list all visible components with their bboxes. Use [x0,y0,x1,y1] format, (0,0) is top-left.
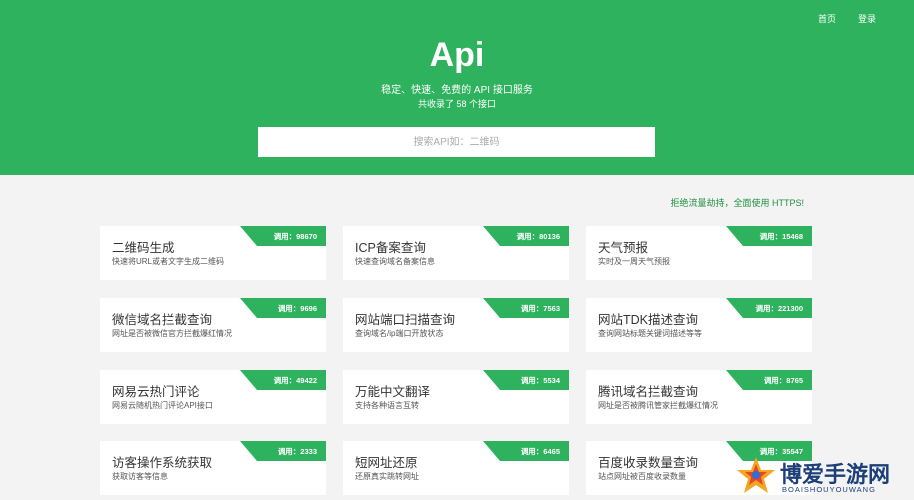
call-count-badge: 调用：8765 [726,370,812,390]
call-count-badge: 调用：49422 [240,370,326,390]
top-nav: 首页 登录 [818,12,876,25]
call-count: 调用：221300 [755,304,803,313]
api-count: 共收录了 58 个接口 [417,99,496,109]
api-name: 微信域名拦截查询 [112,313,213,327]
call-count: 调用：9696 [277,304,317,313]
api-name: 百度收录数量查询 [598,456,699,470]
api-name: 腾讯域名拦截查询 [598,385,699,399]
site-subtitle: 稳定、快速、免费的 API 接口服务 [381,85,533,96]
api-card[interactable]: 网易云热门评论 网易云随机热门评论API接口 调用：49422 [100,370,326,424]
api-card[interactable]: 万能中文翻译 支持各种语言互转 调用：5534 [343,370,569,424]
watermark-subtitle: BOAISHOUYOUWANG [782,485,876,494]
search-input[interactable] [258,127,655,157]
api-card[interactable]: 天气预报 实时及一周天气预报 调用：15468 [586,226,812,280]
call-count: 调用：7563 [520,304,560,313]
api-name: 短网址还原 [355,456,418,470]
api-desc: 站点网址被百度收录数量 [598,472,686,481]
api-card[interactable]: 二维码生成 快速将URL或者文字生成二维码 调用：98670 [100,226,326,280]
api-card[interactable]: ICP备案查询 快速查询域名备案信息 调用：80136 [343,226,569,280]
star-logo-icon [737,457,775,493]
api-desc: 网址是否被微信官方拦截爆红情况 [112,329,232,338]
api-name: 网站端口扫描查询 [355,313,456,327]
nav-login-link[interactable]: 登录 [858,12,876,25]
api-name: 二维码生成 [112,241,175,255]
nav-home-link[interactable]: 首页 [818,12,836,25]
https-notice: 拒绝流量劫持，全面使用 HTTPS! [670,198,804,208]
api-name: 网站TDK描述查询 [598,313,699,327]
call-count: 调用：80136 [516,232,560,241]
call-count-badge: 调用：9696 [240,298,326,318]
api-card[interactable]: 短网址还原 还原真实跳转网址 调用：6465 [343,441,569,495]
api-name: 万能中文翻译 [355,385,431,399]
call-count: 调用：2333 [277,447,317,456]
call-count-badge: 调用：98670 [240,226,326,246]
call-count-badge: 调用：5534 [483,370,569,390]
api-name: ICP备案查询 [355,241,426,255]
api-desc: 网址是否被腾讯管家拦截爆红情况 [598,401,718,410]
api-desc: 查询网站标题关键词描述等等 [598,329,702,338]
api-card[interactable]: 微信域名拦截查询 网址是否被微信官方拦截爆红情况 调用：9696 [100,298,326,352]
call-count: 调用：6465 [520,447,560,456]
api-desc: 查询域名/ip端口开放状态 [355,329,444,338]
api-card[interactable]: 网站TDK描述查询 查询网站标题关键词描述等等 调用：221300 [586,298,812,352]
api-card[interactable]: 访客操作系统获取 获取访客等信息 调用：2333 [100,441,326,495]
call-count: 调用：5534 [520,376,560,385]
api-desc: 实时及一周天气预报 [598,257,670,266]
api-name: 网易云热门评论 [112,385,200,399]
call-count: 调用：8765 [763,376,803,385]
api-desc: 还原真实跳转网址 [355,472,419,481]
api-desc: 网易云随机热门评论API接口 [112,401,213,410]
call-count-badge: 调用：7563 [483,298,569,318]
call-count-badge: 调用：6465 [483,441,569,461]
api-name: 访客操作系统获取 [112,456,213,470]
api-desc: 获取访客等信息 [112,472,168,481]
api-desc: 快速查询域名备案信息 [355,257,435,266]
call-count: 调用：15468 [759,232,803,241]
site-title: Api [429,36,485,74]
call-count-badge: 调用：2333 [240,441,326,461]
api-card[interactable]: 网站端口扫描查询 查询域名/ip端口开放状态 调用：7563 [343,298,569,352]
call-count-badge: 调用：80136 [483,226,569,246]
hero-banner: 首页 登录 Api 稳定、快速、免费的 API 接口服务 共收录了 58 个接口 [0,0,914,175]
call-count: 调用：49422 [273,376,317,385]
site-watermark: 博爱手游网 BOAISHOUYOUWANG [734,454,910,498]
call-count-badge: 调用：15468 [726,226,812,246]
api-card[interactable]: 腾讯域名拦截查询 网址是否被腾讯管家拦截爆红情况 调用：8765 [586,370,812,424]
api-name: 天气预报 [598,241,649,255]
api-desc: 支持各种语言互转 [355,401,419,410]
call-count: 调用：98670 [273,232,317,241]
call-count-badge: 调用：221300 [726,298,812,318]
api-desc: 快速将URL或者文字生成二维码 [112,257,225,266]
